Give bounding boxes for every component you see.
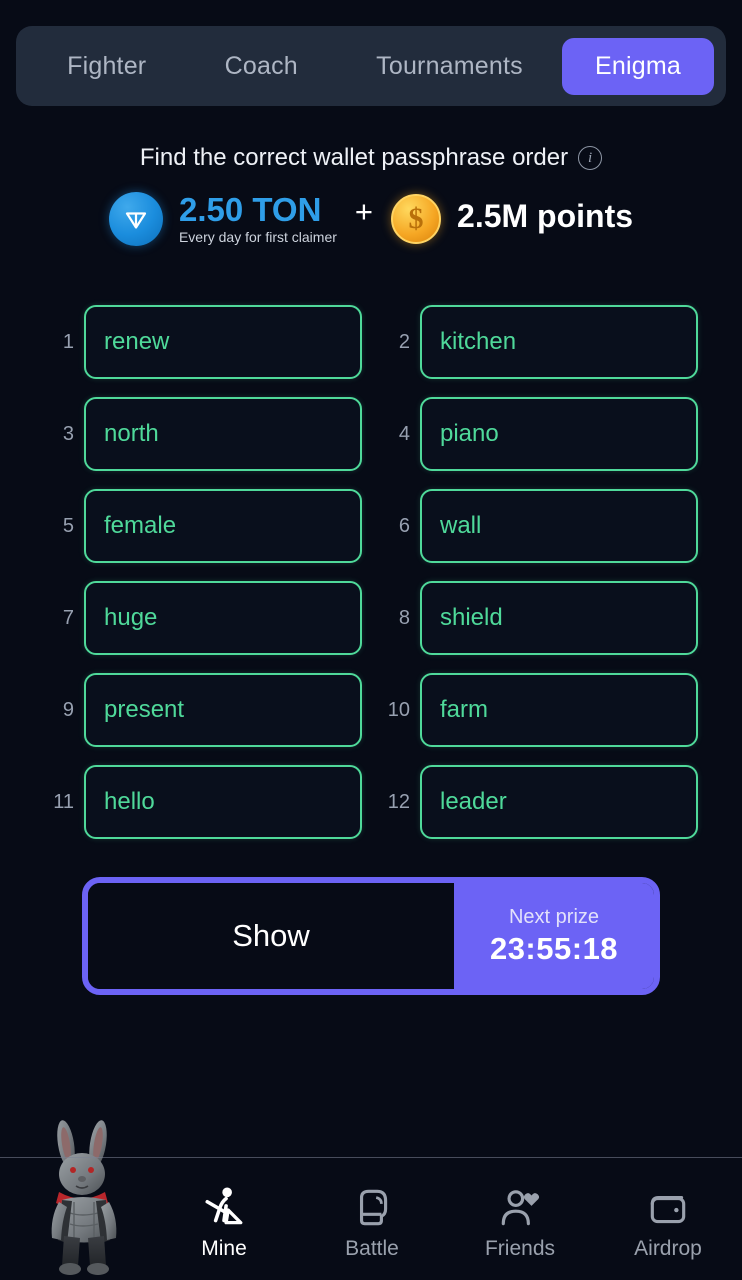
action-row: Show Next prize 23:55:18	[82, 877, 660, 995]
word-label: present	[104, 696, 185, 723]
word-cell[interactable]: 4 piano	[380, 397, 698, 471]
nav-label: Airdrop	[634, 1236, 702, 1260]
word-cell[interactable]: 12 leader	[380, 765, 698, 839]
word-box[interactable]: piano	[420, 397, 698, 471]
word-cell[interactable]: 6 wall	[380, 489, 698, 563]
word-index: 9	[62, 698, 74, 721]
page-title: Find the correct wallet passphrase order	[139, 144, 569, 171]
nav-item-battle[interactable]: Battle	[307, 1185, 437, 1261]
word-box[interactable]: north	[84, 397, 362, 471]
nav-item-mine[interactable]: Mine	[159, 1185, 289, 1261]
next-prize-label: Next prize	[508, 905, 600, 928]
word-cell[interactable]: 11 hello	[44, 765, 362, 839]
ton-amount: 2.50 TON	[178, 190, 322, 228]
word-label: wall	[440, 512, 482, 539]
word-cell[interactable]: 3 north	[44, 397, 362, 471]
nav-label: Friends	[484, 1236, 556, 1260]
word-label: piano	[440, 420, 499, 447]
tab-tournaments[interactable]: Tournaments	[337, 38, 562, 95]
word-label: farm	[440, 696, 488, 723]
show-button[interactable]: Show	[88, 883, 454, 989]
dollar-coin-icon: $	[391, 194, 442, 244]
word-index: 2	[398, 330, 410, 353]
word-index: 4	[398, 422, 410, 445]
nav-label: Mine	[201, 1236, 247, 1260]
word-label: shield	[440, 604, 503, 631]
nav-item-airdrop[interactable]: Airdrop	[603, 1185, 733, 1261]
top-tab-bar: Fighter Coach Tournaments Enigma	[16, 26, 726, 106]
word-cell[interactable]: 10 farm	[380, 673, 698, 747]
word-cell[interactable]: 5 female	[44, 489, 362, 563]
plus-separator: +	[354, 194, 374, 229]
rabbit-mascot	[51, 1120, 117, 1275]
tab-fighter[interactable]: Fighter	[28, 38, 185, 95]
ton-prize-block: 2.50 TON Every day for first claimer	[178, 190, 337, 246]
next-prize-panel: Next prize 23:55:18	[454, 883, 654, 989]
boxing-glove-icon	[359, 1189, 388, 1225]
word-label: huge	[104, 604, 158, 631]
word-index: 5	[62, 514, 74, 537]
nav-separator	[0, 1157, 742, 1158]
word-box[interactable]: leader	[420, 765, 698, 839]
word-box[interactable]: renew	[84, 305, 362, 379]
next-prize-timer: 23:55:18	[489, 930, 619, 966]
word-box[interactable]: present	[84, 673, 362, 747]
nav-item-friends[interactable]: Friends	[455, 1185, 585, 1261]
word-box[interactable]: shield	[420, 581, 698, 655]
word-cell[interactable]: 7 huge	[44, 581, 362, 655]
word-label: renew	[104, 328, 170, 355]
tab-coach[interactable]: Coach	[185, 38, 337, 95]
word-index: 11	[53, 790, 74, 813]
word-label: leader	[440, 788, 507, 815]
word-cell[interactable]: 8 shield	[380, 581, 698, 655]
person-heart-icon	[501, 1189, 540, 1225]
word-box[interactable]: hello	[84, 765, 362, 839]
word-label: kitchen	[440, 328, 517, 355]
word-index: 12	[387, 790, 410, 813]
word-label: hello	[104, 788, 155, 815]
points-amount: 2.5M points	[457, 197, 634, 234]
passphrase-grid: 1 renew 2 kitchen 3 north 4 piano 5 fema…	[0, 305, 742, 839]
nav-label: Battle	[345, 1236, 399, 1260]
wallet-icon	[650, 1195, 686, 1223]
word-box[interactable]: kitchen	[420, 305, 698, 379]
bottom-nav: Mine Battle Friends Airdrop	[150, 1165, 742, 1280]
word-label: female	[104, 512, 177, 539]
app-screen: Fighter Coach Tournaments Enigma Find th…	[0, 0, 742, 1280]
prize-row: 2.50 TON Every day for first claimer + $…	[0, 192, 742, 246]
word-cell[interactable]: 9 present	[44, 673, 362, 747]
word-box[interactable]: female	[84, 489, 362, 563]
ton-coin-icon	[108, 192, 163, 246]
word-index: 8	[398, 606, 410, 629]
word-index: 1	[62, 330, 74, 353]
word-cell[interactable]: 2 kitchen	[380, 305, 698, 379]
tab-enigma[interactable]: Enigma	[562, 37, 715, 95]
ton-subtitle: Every day for first claimer	[178, 229, 337, 246]
word-label: north	[104, 420, 159, 447]
word-box[interactable]: huge	[84, 581, 362, 655]
info-icon[interactable]: i	[578, 146, 603, 170]
miner-pickaxe-icon	[205, 1187, 243, 1224]
coin-dollar-glyph: $	[408, 202, 424, 235]
word-box[interactable]: wall	[420, 489, 698, 563]
word-index: 3	[62, 422, 74, 445]
word-box[interactable]: farm	[420, 673, 698, 747]
word-index: 6	[398, 514, 410, 537]
word-index: 10	[387, 698, 410, 721]
headline-row: Find the correct wallet passphrase order…	[0, 144, 742, 172]
word-cell[interactable]: 1 renew	[44, 305, 362, 379]
word-index: 7	[62, 606, 74, 629]
